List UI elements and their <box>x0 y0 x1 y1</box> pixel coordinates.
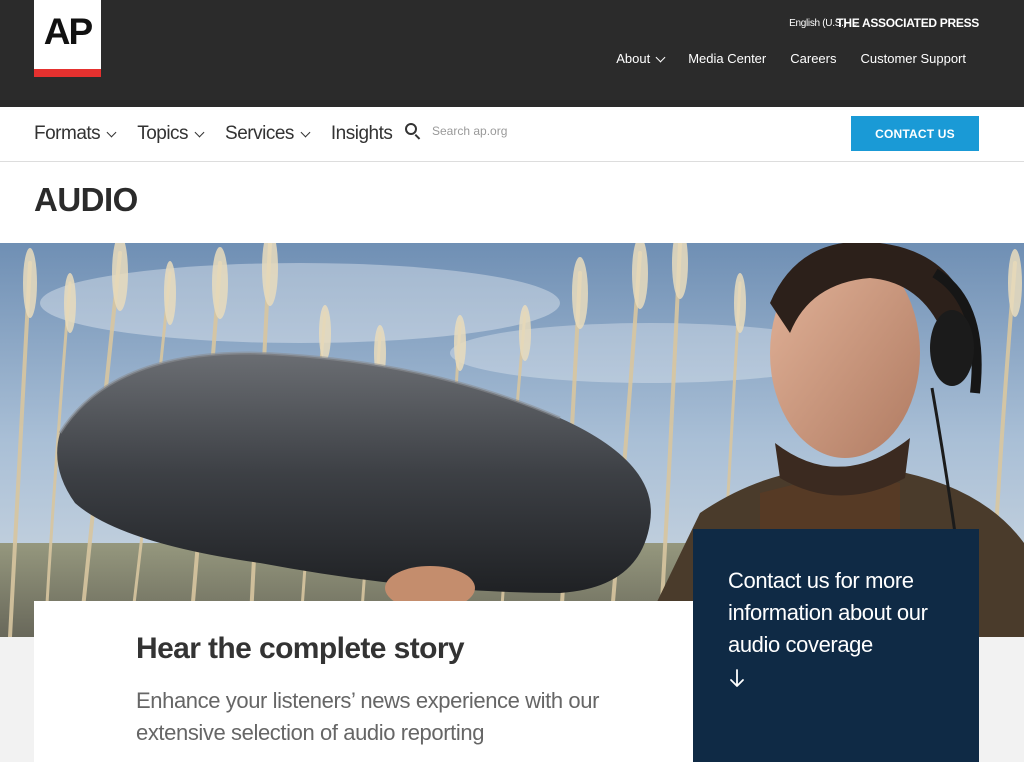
nav-label: Formats <box>34 123 101 144</box>
ap-logo[interactable]: AP <box>34 0 101 77</box>
topnav-label: Careers <box>790 51 837 66</box>
brand-name[interactable]: THE ASSOCIATED PRESS <box>836 15 979 31</box>
story-card: Hear the complete story Enhance your lis… <box>34 601 694 762</box>
topnav-label: About <box>616 51 651 66</box>
topnav-item-about[interactable]: About <box>616 50 666 68</box>
cta-text: Contact us for more information about ou… <box>728 568 928 657</box>
chevron-down-icon <box>194 127 205 137</box>
chevron-down-icon <box>300 127 311 137</box>
story-description: Enhance your listeners’ news experience … <box>136 688 600 745</box>
contact-us-button[interactable]: CONTACT US <box>851 116 979 151</box>
chevron-down-icon <box>655 52 666 62</box>
search-icon-handle <box>414 134 421 140</box>
topnav-item-media-center[interactable]: Media Center <box>688 50 766 68</box>
nav-label: Insights <box>330 123 393 144</box>
nav-item-insights[interactable]: Insights <box>330 121 393 147</box>
search-bar <box>404 122 592 140</box>
topnav-item-customer-support[interactable]: Customer Support <box>861 50 967 68</box>
nav-item-formats[interactable]: Formats <box>34 121 117 147</box>
search-input[interactable] <box>432 124 592 138</box>
topnav-label: Customer Support <box>860 51 967 66</box>
chevron-down-icon <box>106 127 117 137</box>
search-icon[interactable] <box>404 122 422 140</box>
topnav-label: Media Center <box>688 51 767 66</box>
nav-label: Topics <box>137 123 189 144</box>
page-title: AUDIO <box>34 181 138 218</box>
nav-label: Services <box>225 123 294 144</box>
story-title: Hear the complete story <box>136 632 465 665</box>
main-nav-items: Formats Topics Services Insights <box>34 121 393 147</box>
arrow-down-icon <box>730 669 744 687</box>
top-bar: AP English (U.S.) ⌄ THE ASSOCIATED PRESS… <box>0 0 1024 107</box>
topnav-item-careers[interactable]: Careers <box>790 50 836 68</box>
contact-cta-box[interactable]: Contact us for more information about ou… <box>693 529 979 762</box>
nav-item-topics[interactable]: Topics <box>137 121 205 147</box>
utility-nav: About Media Center Careers Customer Supp… <box>616 50 966 68</box>
logo-text: AP <box>43 11 93 52</box>
logo-red-bar <box>34 69 101 77</box>
nav-item-services[interactable]: Services <box>225 121 311 147</box>
